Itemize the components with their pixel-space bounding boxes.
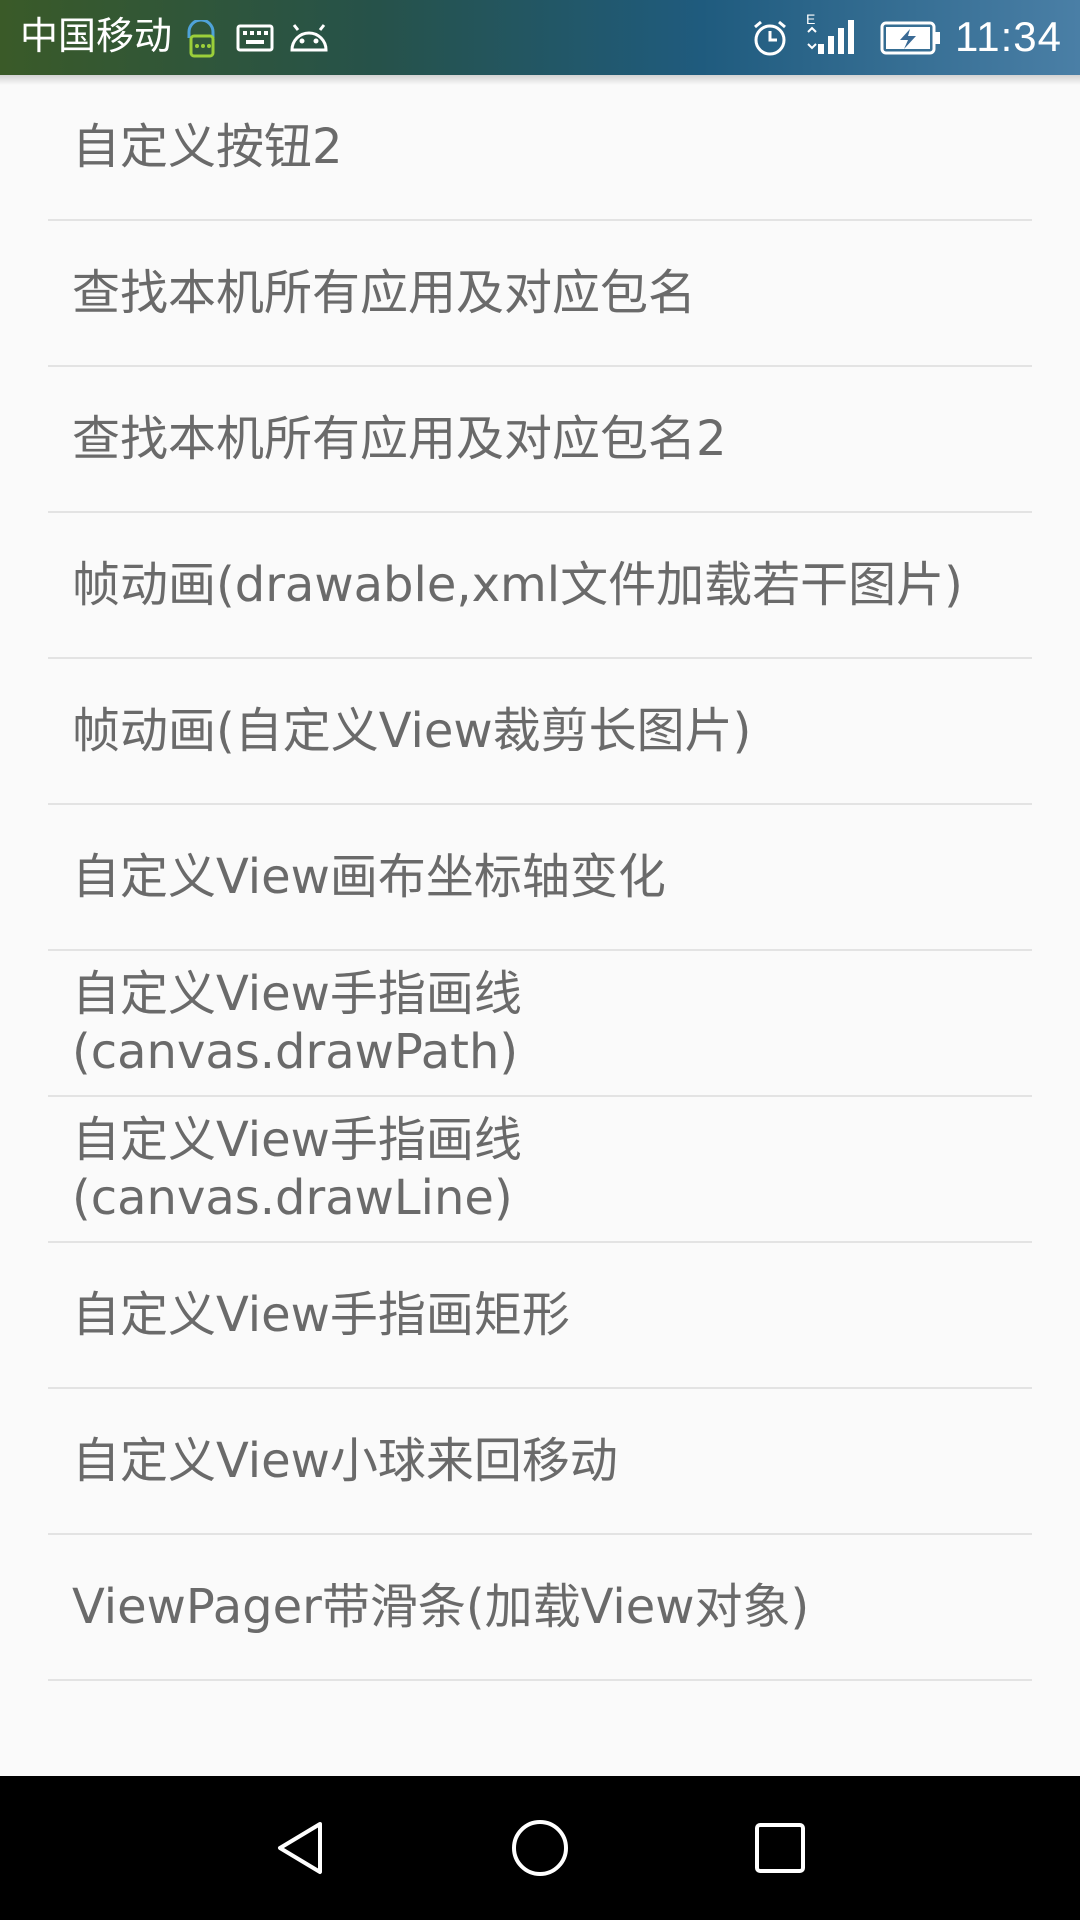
- list-item[interactable]: ViewPager带滑条(加载View对象): [48, 1535, 1032, 1681]
- recents-icon[interactable]: [752, 1818, 808, 1878]
- android-icon: [288, 24, 330, 58]
- list-item-label: 自定义View画布坐标轴变化: [72, 849, 666, 905]
- list-item-label: 自定义按钮2: [72, 119, 343, 175]
- list-item[interactable]: 帧动画(drawable,xml文件加载若干图片): [48, 513, 1032, 659]
- notification-lock-icon: [183, 18, 219, 62]
- alarm-icon: [750, 18, 790, 62]
- list-item[interactable]: 自定义View手指画线(canvas.drawPath): [48, 951, 1032, 1097]
- list-item-label: 自定义View手指画线(canvas.drawLine): [72, 1112, 522, 1226]
- carrier-label: 中国移动: [20, 14, 173, 58]
- list-item-label: 查找本机所有应用及对应包名2: [72, 411, 727, 467]
- list-item-label: ViewPager带滑条(加载View对象): [72, 1579, 810, 1635]
- list-item-label: 帧动画(drawable,xml文件加载若干图片): [72, 557, 963, 613]
- list-item[interactable]: 查找本机所有应用及对应包名2: [48, 367, 1032, 513]
- battery-charging-icon: [880, 20, 942, 60]
- navigation-bar: [0, 1776, 1080, 1920]
- status-bar: 中国移动 E 11:34: [0, 0, 1080, 75]
- network-type-label: E: [806, 11, 815, 27]
- list-item[interactable]: 自定义View画布坐标轴变化: [48, 805, 1032, 951]
- list-item-label: 帧动画(自定义View裁剪长图片): [72, 703, 752, 759]
- keyboard-icon: [236, 24, 274, 56]
- list-item[interactable]: 自定义View手指画线(canvas.drawLine): [48, 1097, 1032, 1243]
- list-item-label: 查找本机所有应用及对应包名: [72, 265, 697, 321]
- list-item-label: 自定义View手指画线(canvas.drawPath): [72, 966, 522, 1080]
- clock-time: 11:34: [955, 13, 1062, 60]
- back-icon[interactable]: [272, 1818, 328, 1878]
- list-item-label: 自定义View小球来回移动: [72, 1433, 618, 1489]
- home-icon[interactable]: [510, 1818, 570, 1878]
- list-item-label: 自定义View手指画矩形: [72, 1287, 570, 1343]
- list-item[interactable]: 自定义View小球来回移动: [48, 1389, 1032, 1535]
- list-item[interactable]: 自定义按钮2: [48, 75, 1032, 221]
- list-item[interactable]: 帧动画(自定义View裁剪长图片): [48, 659, 1032, 805]
- signal-icon: E: [804, 10, 860, 62]
- list-item[interactable]: 查找本机所有应用及对应包名: [48, 221, 1032, 367]
- list-item[interactable]: 自定义View手指画矩形: [48, 1243, 1032, 1389]
- activity-list[interactable]: 自定义按钮2 查找本机所有应用及对应包名 查找本机所有应用及对应包名2 帧动画(…: [0, 75, 1080, 1681]
